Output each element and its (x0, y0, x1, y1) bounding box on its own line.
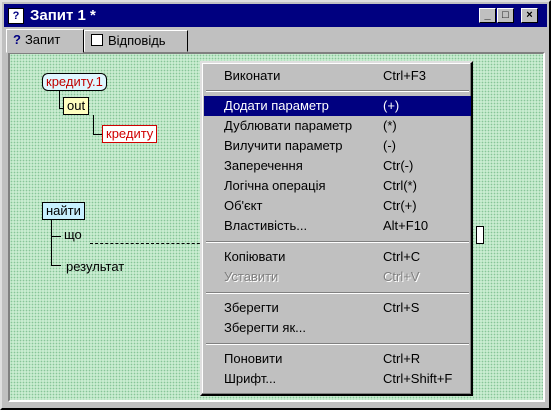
label-shcho[interactable]: що (64, 227, 82, 242)
menu-item-paste: Уставити Ctrl+V (224, 269, 420, 284)
menu-item-negation[interactable]: Заперечення Ctr(-) (204, 156, 471, 176)
menu-separator (206, 292, 469, 294)
menu-item-save-as[interactable]: Зберегти як... (204, 318, 471, 338)
node-kredytu-1[interactable]: кредиту.1 (42, 73, 107, 91)
tab-query-label: Запит (24, 32, 61, 47)
menu-separator (206, 90, 469, 92)
node-out[interactable]: out (63, 97, 90, 115)
menu-item-font[interactable]: Шрифт... Ctrl+Shift+F (204, 369, 471, 389)
tab-query[interactable]: ? Запит (6, 29, 84, 53)
form-icon (91, 34, 103, 46)
title-bar[interactable]: ? Запит 1 * _ □ × (4, 4, 547, 27)
menu-item-add-parameter[interactable]: Додати параметр (+) (204, 96, 471, 116)
maximize-button[interactable]: □ (497, 8, 514, 23)
menu-item-logical-operation[interactable]: Логічна операція Ctrl(*) (204, 176, 471, 196)
node-kredytu[interactable]: кредиту (102, 125, 158, 143)
connector (51, 265, 61, 266)
context-menu: Виконати Ctrl+F3 Додати параметр (+) Дублю… (200, 61, 473, 396)
connector (59, 91, 60, 109)
menu-item-remove-parameter[interactable]: Вилучити параметр (-) (204, 136, 471, 156)
window-title: Запит 1 * (30, 7, 96, 24)
menu-item-copy[interactable]: Копіювати Ctrl+C (204, 247, 471, 267)
app-icon[interactable]: ? (8, 8, 24, 24)
menu-item-refresh[interactable]: Поновити Ctrl+R (204, 349, 471, 369)
tab-answer-label: Відповідь (108, 33, 166, 48)
menu-item-properties[interactable]: Властивість... Alt+F10 (204, 216, 471, 236)
menu-item-execute[interactable]: Виконати Ctrl+F3 (204, 66, 471, 86)
hidden-node-edge (476, 226, 484, 244)
menu-separator (206, 241, 469, 243)
label-rezultat[interactable]: результат (66, 259, 124, 274)
node-znaity[interactable]: найти (42, 202, 85, 220)
minimize-button[interactable]: _ (479, 8, 496, 23)
menu-separator (206, 343, 469, 345)
connector (93, 134, 102, 135)
connector (51, 236, 61, 237)
menu-item-save[interactable]: Зберегти Ctrl+S (204, 298, 471, 318)
connector (51, 220, 52, 266)
close-button[interactable]: × (521, 8, 538, 23)
tab-answer[interactable]: Відповідь (84, 30, 188, 52)
dashed-link (90, 243, 210, 244)
menu-item-object[interactable]: Об'єкт Ctr(+) (204, 196, 471, 216)
menu-item-duplicate-parameter[interactable]: Дублювати параметр (*) (204, 116, 471, 136)
connector (93, 115, 94, 135)
question-icon: ? (13, 32, 21, 47)
